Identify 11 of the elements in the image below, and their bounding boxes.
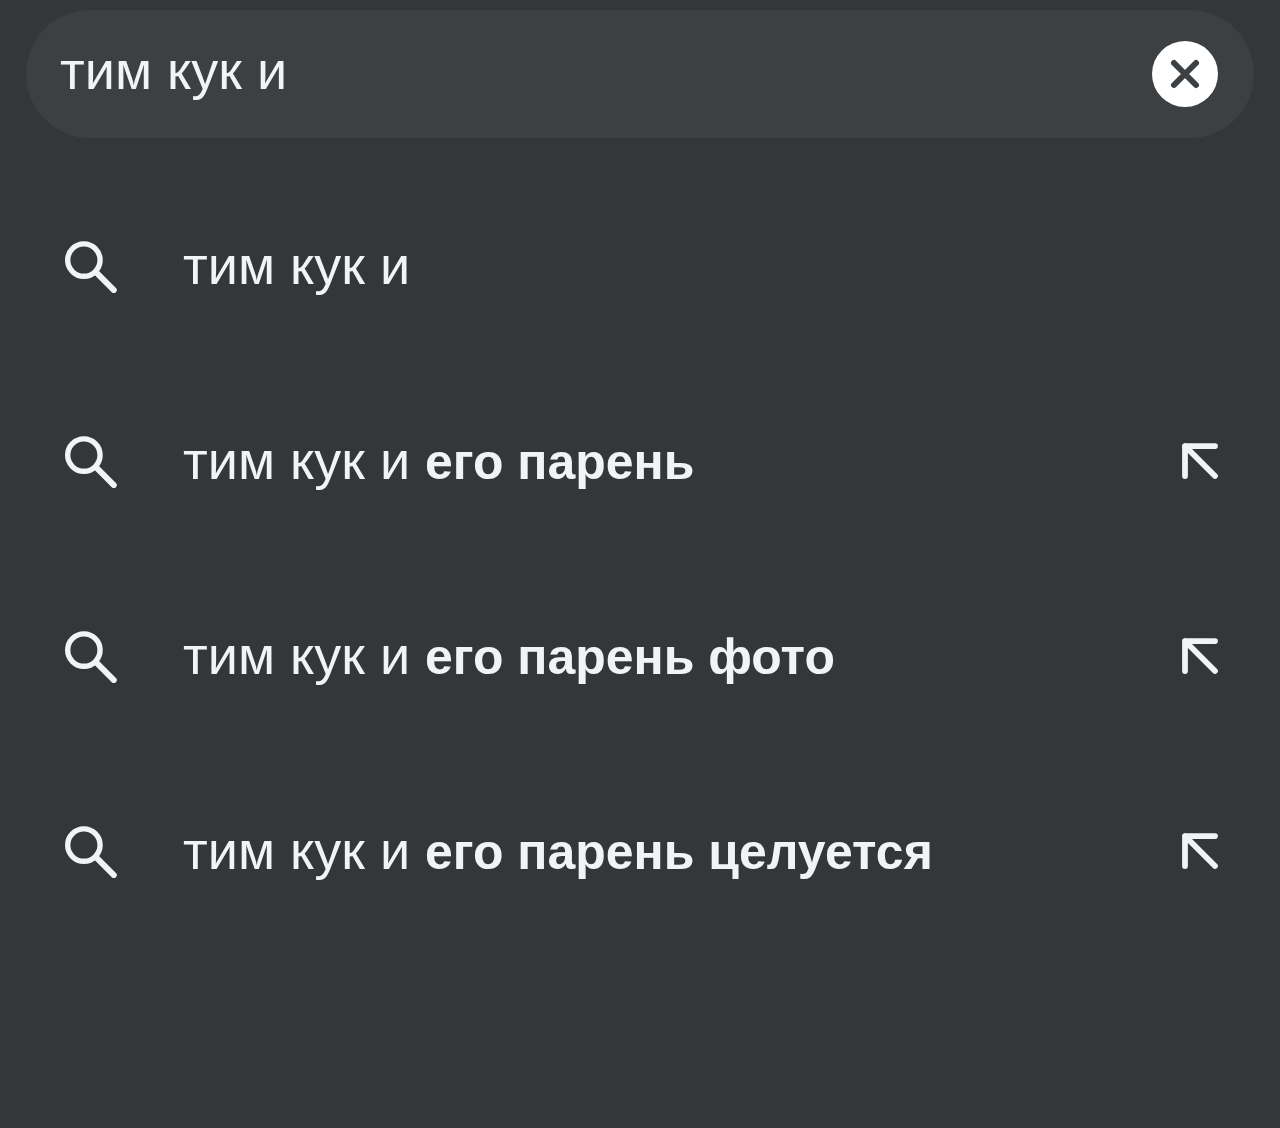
- search-icon: [62, 628, 120, 683]
- search-icon: [62, 433, 120, 488]
- suggestion-text[interactable]: тим кук и его парень: [183, 420, 695, 501]
- suggestion-text[interactable]: тим кук и его парень фото: [183, 615, 835, 696]
- close-icon: [1152, 41, 1218, 107]
- search-icon: [62, 823, 120, 878]
- search-field[interactable]: тим кук и: [26, 10, 1254, 138]
- clear-button[interactable]: [1152, 41, 1218, 107]
- suggestion-text[interactable]: тим кук и его парень целуется: [183, 810, 933, 891]
- suggestion-text[interactable]: тим кук и: [183, 225, 411, 306]
- search-icon: [62, 238, 120, 293]
